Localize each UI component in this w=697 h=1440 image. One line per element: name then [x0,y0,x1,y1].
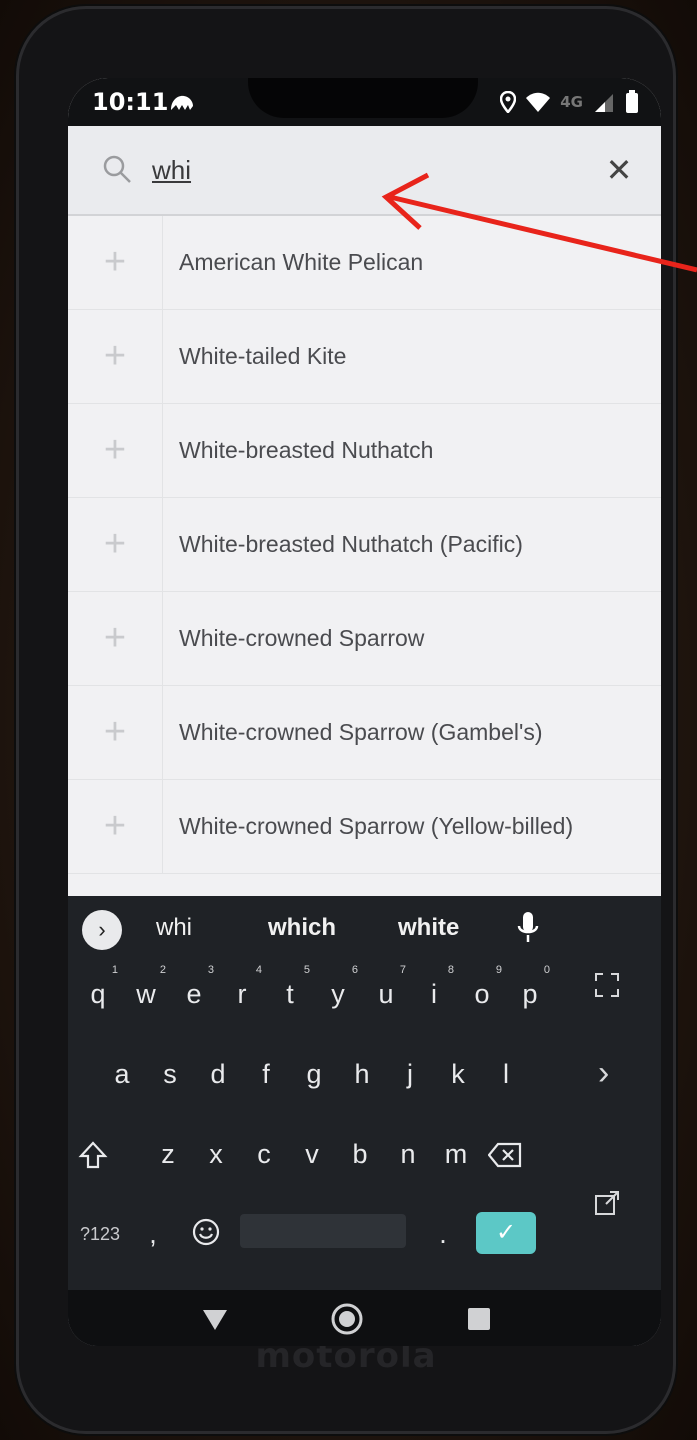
key-row-1: q1 w2 e3 r4 t5 y6 u7 i8 o9 p0 [68,964,661,1026]
add-icon[interactable]: + [68,780,163,873]
close-icon[interactable]: ✕ [599,150,639,190]
key-k[interactable]: k [434,1046,482,1102]
phone-screen: 10:11 4G ✕ [68,78,661,1346]
key-s[interactable]: s [146,1046,194,1102]
camera-notch [248,78,478,118]
list-item[interactable]: + White-breasted Nuthatch (Pacific) [68,498,661,592]
key-p[interactable]: p0 [506,964,554,1022]
keyboard: › whi which white q1 w2 e3 r4 t5 y6 u7 i… [68,896,661,1346]
list-item[interactable]: + White-breasted Nuthatch [68,404,661,498]
key-r[interactable]: r4 [218,964,266,1022]
shift-icon[interactable] [78,1140,108,1170]
key-b[interactable]: b [336,1126,384,1182]
key-row-4: ?123 , . ✓ [68,1206,661,1266]
key-g[interactable]: g [290,1046,338,1102]
space-key[interactable] [240,1214,406,1248]
search-input[interactable] [150,148,574,192]
species-name: White-tailed Kite [179,343,347,369]
species-name: White-breasted Nuthatch [179,437,434,463]
add-icon[interactable]: + [68,498,163,591]
key-l[interactable]: l [482,1046,530,1102]
status-time: 10:11 [92,88,169,116]
fullscreen-icon[interactable] [594,972,620,998]
key-y[interactable]: y6 [314,964,362,1022]
species-name: White-breasted Nuthatch (Pacific) [179,531,523,557]
key-d[interactable]: d [194,1046,242,1102]
period-key[interactable]: . [428,1206,458,1262]
species-name: White-crowned Sparrow (Yellow-billed) [179,813,574,839]
suggestion-3[interactable]: white [398,914,459,942]
battery-icon [626,90,638,113]
backspace-icon[interactable] [488,1142,522,1168]
key-v[interactable]: v [288,1126,336,1182]
list-item[interactable]: + American White Pelican [68,216,661,310]
status-icons: 4G [500,90,639,114]
key-z[interactable]: z [144,1126,192,1182]
add-icon[interactable]: + [68,216,163,309]
key-c[interactable]: c [240,1126,288,1182]
results-list: + American White Pelican + White-tailed … [68,216,661,874]
species-name: White-crowned Sparrow (Gambel's) [179,719,543,745]
key-row-2: a s d f g h j k l [68,1046,661,1106]
enter-key[interactable]: ✓ [476,1212,536,1254]
species-name: American White Pelican [179,249,424,275]
status-bar: 10:11 4G [68,78,661,126]
signal-icon [595,94,613,112]
key-f[interactable]: f [242,1046,290,1102]
species-name: White-crowned Sparrow [179,625,425,651]
app-notification-icon [171,95,193,110]
search-bar: ✕ [68,126,661,216]
key-a[interactable]: a [98,1046,146,1102]
list-item[interactable]: + White-crowned Sparrow (Gambel's) [68,686,661,780]
back-icon[interactable] [198,1302,232,1336]
search-icon [103,155,131,183]
network-type: 4G [560,93,583,111]
location-icon [500,91,517,113]
add-icon[interactable]: + [68,404,163,497]
key-x[interactable]: x [192,1126,240,1182]
list-item[interactable]: + White-crowned Sparrow (Yellow-billed) [68,780,661,874]
microphone-icon[interactable] [516,910,540,946]
key-m[interactable]: m [432,1126,480,1182]
chevron-right-icon[interactable]: › [82,910,122,950]
key-o[interactable]: o9 [458,964,506,1022]
key-i[interactable]: i8 [410,964,458,1022]
add-icon[interactable]: + [68,592,163,685]
key-t[interactable]: t5 [266,964,314,1022]
key-row-3: z x c v b n m [68,1126,661,1186]
key-u[interactable]: u7 [362,964,410,1022]
suggestion-1[interactable]: whi [156,914,192,942]
navigation-bar [68,1290,661,1346]
key-e[interactable]: e3 [170,964,218,1022]
home-icon[interactable] [330,1302,364,1336]
add-icon[interactable]: + [68,310,163,403]
key-q[interactable]: q1 [74,964,122,1022]
wifi-icon [526,92,551,112]
comma-key[interactable]: , [138,1206,168,1262]
key-j[interactable]: j [386,1046,434,1102]
key-h[interactable]: h [338,1046,386,1102]
symbols-key[interactable]: ?123 [70,1206,130,1262]
suggestion-strip: › whi which white [68,896,661,960]
add-icon[interactable]: + [68,686,163,779]
emoji-icon[interactable] [192,1218,220,1246]
list-item[interactable]: + White-tailed Kite [68,310,661,404]
list-item[interactable]: + White-crowned Sparrow [68,592,661,686]
recents-icon[interactable] [462,1302,496,1336]
key-w[interactable]: w2 [122,964,170,1022]
chevron-right-icon[interactable]: › [598,1054,609,1093]
suggestion-2[interactable]: which [268,914,336,942]
popout-icon[interactable] [594,1190,620,1216]
key-n[interactable]: n [384,1126,432,1182]
